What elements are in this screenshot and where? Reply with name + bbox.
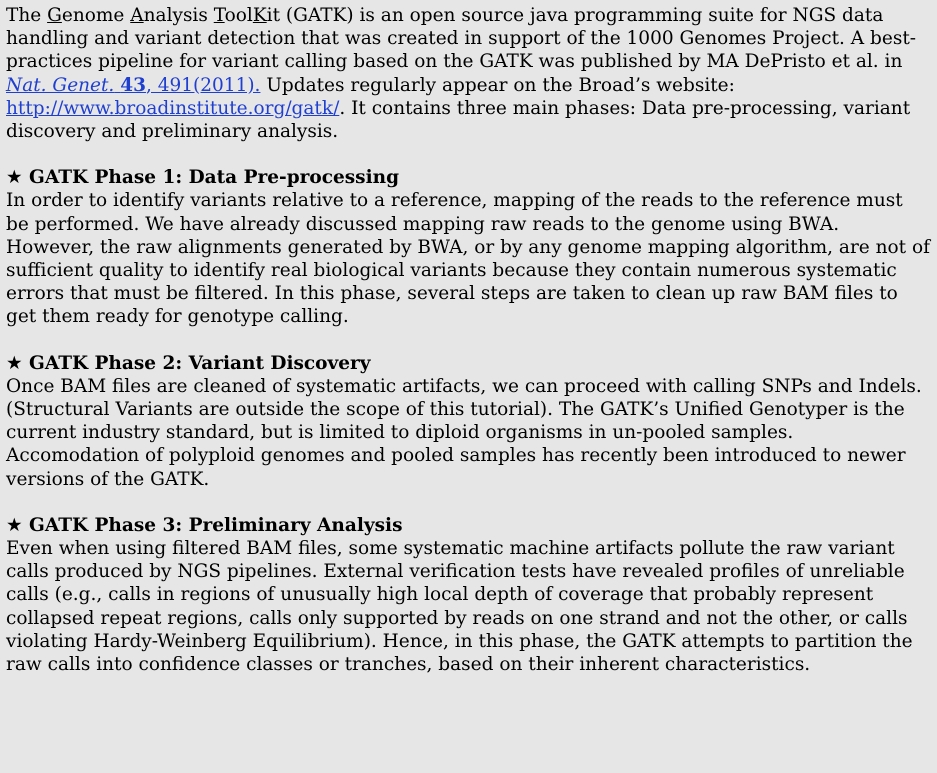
intro-t-rest: ool [224, 5, 253, 26]
star-icon: ★ [6, 167, 23, 189]
acronym-g: G [47, 5, 62, 26]
phase-3-body: Even when using filtered BAM files, some… [6, 538, 913, 676]
phase-2-section: ★ GATK Phase 2: Variant Discovery Once B… [6, 352, 931, 491]
citation-journal: Nat. Genet. [6, 74, 115, 96]
acronym-k: K [252, 5, 267, 26]
citation-link[interactable]: Nat. Genet. 43, 491(2011). [6, 75, 260, 96]
phase-2-title: GATK Phase 2: Variant Discovery [29, 352, 371, 374]
acronym-a: A [130, 5, 144, 26]
intro-g-rest: enome [61, 5, 131, 26]
document-page: The Genome Analysis ToolKit (GATK) is an… [0, 0, 937, 773]
phase-2-body: Once BAM files are cleaned of systematic… [6, 375, 922, 490]
phase-1-section: ★ GATK Phase 1: Data Pre-processing In o… [6, 166, 931, 328]
intro-pre: The [6, 5, 48, 26]
citation-volume: 43 [120, 74, 146, 96]
phase-2-heading: ★ GATK Phase 2: Variant Discovery [6, 352, 931, 375]
acronym-t: T [213, 5, 225, 26]
star-icon: ★ [6, 514, 23, 536]
phase-3-section: ★ GATK Phase 3: Preliminary Analysis Eve… [6, 514, 931, 676]
phase-1-body: In order to identify variants relative t… [6, 190, 930, 328]
citation-pages: , 491(2011). [145, 74, 261, 96]
intro-a-rest: nalysis [143, 5, 214, 26]
star-icon: ★ [6, 352, 23, 374]
phase-3-title: GATK Phase 3: Preliminary Analysis [29, 514, 403, 536]
phase-1-title: GATK Phase 1: Data Pre-processing [29, 167, 400, 189]
intro-mid: Updates regularly appear on the Broad’s … [260, 74, 735, 96]
broad-website-link[interactable]: http://www.broadinstitute.org/gatk/ [6, 98, 339, 119]
intro-paragraph: The Genome Analysis ToolKit (GATK) is an… [6, 4, 931, 143]
phase-1-heading: ★ GATK Phase 1: Data Pre-processing [6, 166, 931, 189]
phase-3-heading: ★ GATK Phase 3: Preliminary Analysis [6, 514, 931, 537]
